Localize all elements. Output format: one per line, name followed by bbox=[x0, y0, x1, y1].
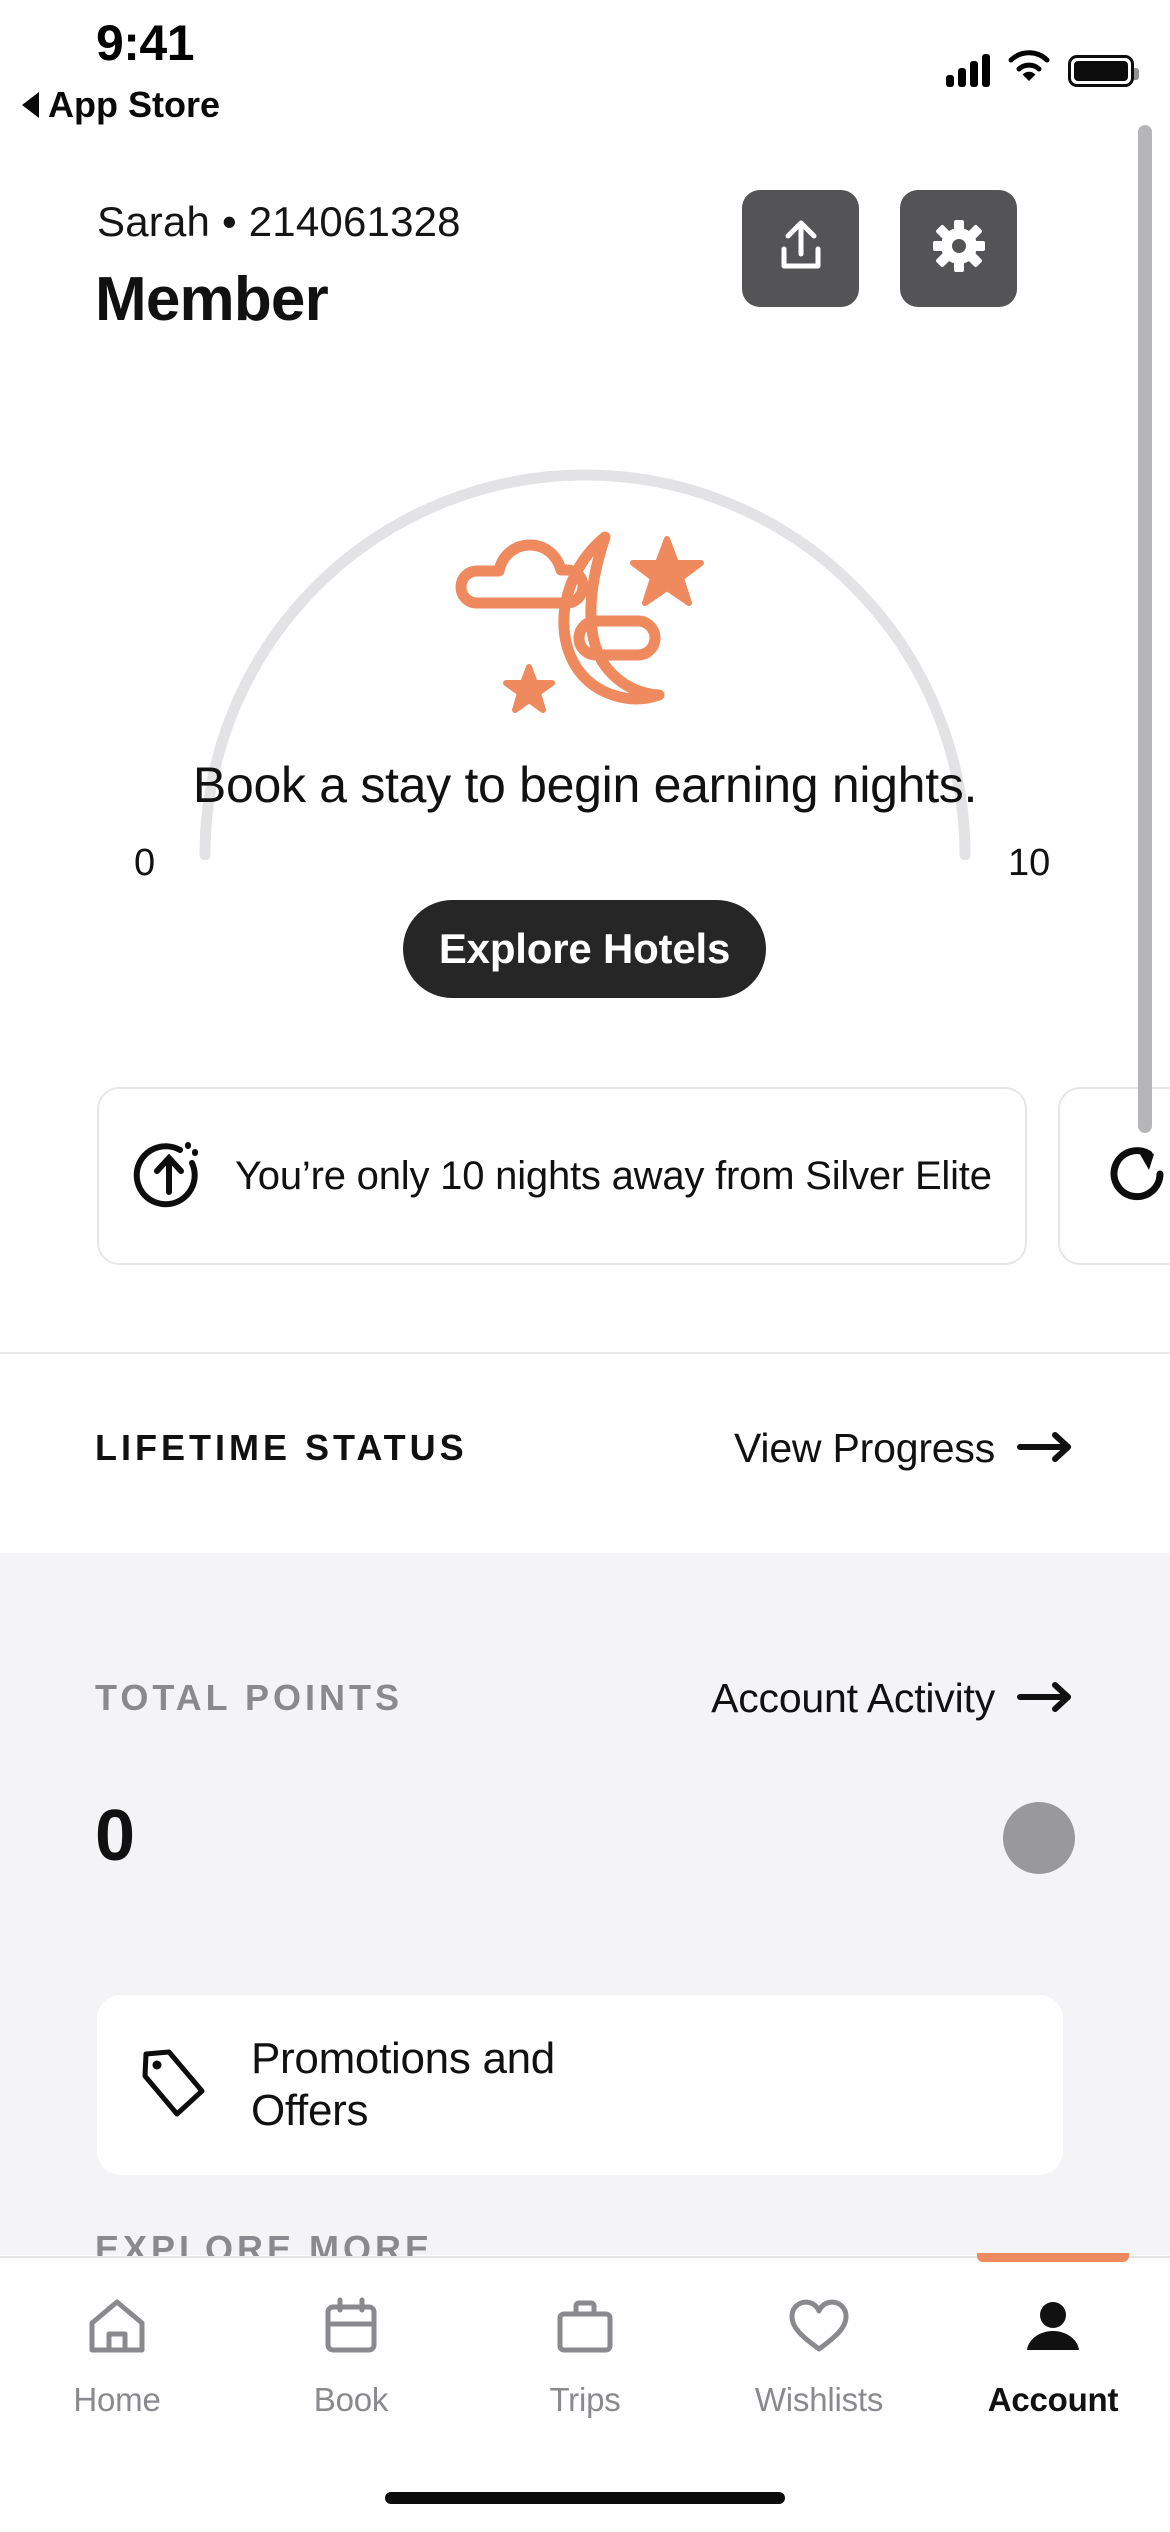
wifi-icon bbox=[1007, 48, 1051, 87]
tab-book-label: Book bbox=[313, 2381, 389, 2418]
refresh-card[interactable] bbox=[1058, 1087, 1170, 1265]
points-loading-placeholder bbox=[1003, 1802, 1075, 1874]
calendar-icon bbox=[320, 2296, 382, 2361]
back-to-app-store-button[interactable]: App Store bbox=[22, 84, 220, 126]
total-points-value: 0 bbox=[95, 1796, 136, 1876]
arrow-right-icon bbox=[1017, 1425, 1075, 1472]
arrow-up-progress-icon bbox=[133, 1138, 205, 1215]
tab-book[interactable]: Book bbox=[234, 2258, 468, 2419]
tab-wishlists-label: Wishlists bbox=[754, 2381, 884, 2418]
vertical-scrollbar[interactable] bbox=[1138, 125, 1152, 1133]
arrow-right-icon bbox=[1017, 1675, 1075, 1722]
house-icon bbox=[86, 2296, 148, 2361]
lifetime-status-label: LIFETIME STATUS bbox=[95, 1427, 468, 1468]
status-card-carousel[interactable]: You’re only 10 nights away from Silver E… bbox=[0, 1087, 1170, 1267]
moon-stars-icon bbox=[455, 525, 715, 725]
status-bar-indicators bbox=[946, 48, 1139, 87]
member-identity: Sarah • 214061328 bbox=[97, 198, 461, 245]
gauge-headline: Book a stay to begin earning nights. bbox=[192, 757, 978, 813]
section-divider-top bbox=[0, 1352, 1170, 1354]
heart-icon bbox=[787, 2296, 851, 2361]
next-tier-text: You’re only 10 nights away from Silver E… bbox=[235, 1153, 992, 1198]
briefcase-icon bbox=[554, 2296, 616, 2361]
battery-icon bbox=[1068, 55, 1139, 87]
share-icon bbox=[774, 218, 828, 279]
lifetime-status-row[interactable]: LIFETIME STATUS View Progress bbox=[0, 1405, 1170, 1491]
tab-home[interactable]: Home bbox=[0, 2258, 234, 2419]
view-progress-link[interactable]: View Progress bbox=[734, 1425, 1075, 1472]
gauge-min-label: 0 bbox=[134, 842, 156, 884]
tag-icon bbox=[139, 2046, 209, 2125]
gauge-max-label: 10 bbox=[1008, 842, 1051, 884]
page-title: Member bbox=[95, 265, 329, 334]
view-progress-label: View Progress bbox=[734, 1424, 995, 1471]
next-tier-card[interactable]: You’re only 10 nights away from Silver E… bbox=[97, 1087, 1027, 1265]
back-label: App Store bbox=[48, 84, 221, 125]
refresh-icon bbox=[1104, 1141, 1170, 1212]
home-indicator bbox=[385, 2492, 785, 2504]
account-activity-label: Account Activity bbox=[711, 1674, 995, 1721]
tab-account-label: Account bbox=[987, 2381, 1119, 2418]
gear-icon bbox=[932, 220, 985, 277]
tab-wishlists[interactable]: Wishlists bbox=[702, 2258, 936, 2419]
tab-account[interactable]: Account bbox=[936, 2253, 1170, 2419]
status-bar-time: 9:41 bbox=[95, 15, 195, 71]
share-button[interactable] bbox=[742, 190, 859, 307]
active-tab-indicator bbox=[977, 2253, 1129, 2262]
tab-trips[interactable]: Trips bbox=[468, 2258, 702, 2419]
settings-button[interactable] bbox=[900, 190, 1017, 307]
person-icon bbox=[1022, 2296, 1084, 2361]
account-activity-link[interactable]: Account Activity bbox=[711, 1675, 1075, 1722]
status-bar: 9:41 App Store bbox=[0, 0, 1170, 128]
bottom-tab-bar[interactable]: Home Book Trips Wishlists Account bbox=[0, 2253, 1170, 2532]
tab-home-label: Home bbox=[73, 2381, 161, 2418]
total-points-row[interactable]: TOTAL POINTS Account Activity bbox=[0, 1655, 1170, 1741]
promotions-and-offers-card[interactable]: Promotions and Offers bbox=[97, 1995, 1063, 2175]
total-points-label: TOTAL POINTS bbox=[95, 1677, 404, 1718]
tab-trips-label: Trips bbox=[549, 2381, 621, 2418]
back-triangle-icon bbox=[22, 92, 39, 118]
promotions-label: Promotions and Offers bbox=[251, 2034, 555, 2135]
explore-hotels-button[interactable]: Explore Hotels bbox=[403, 900, 766, 998]
account-header: Sarah • 214061328 Member bbox=[0, 190, 1170, 350]
cellular-signal-icon bbox=[946, 53, 990, 87]
